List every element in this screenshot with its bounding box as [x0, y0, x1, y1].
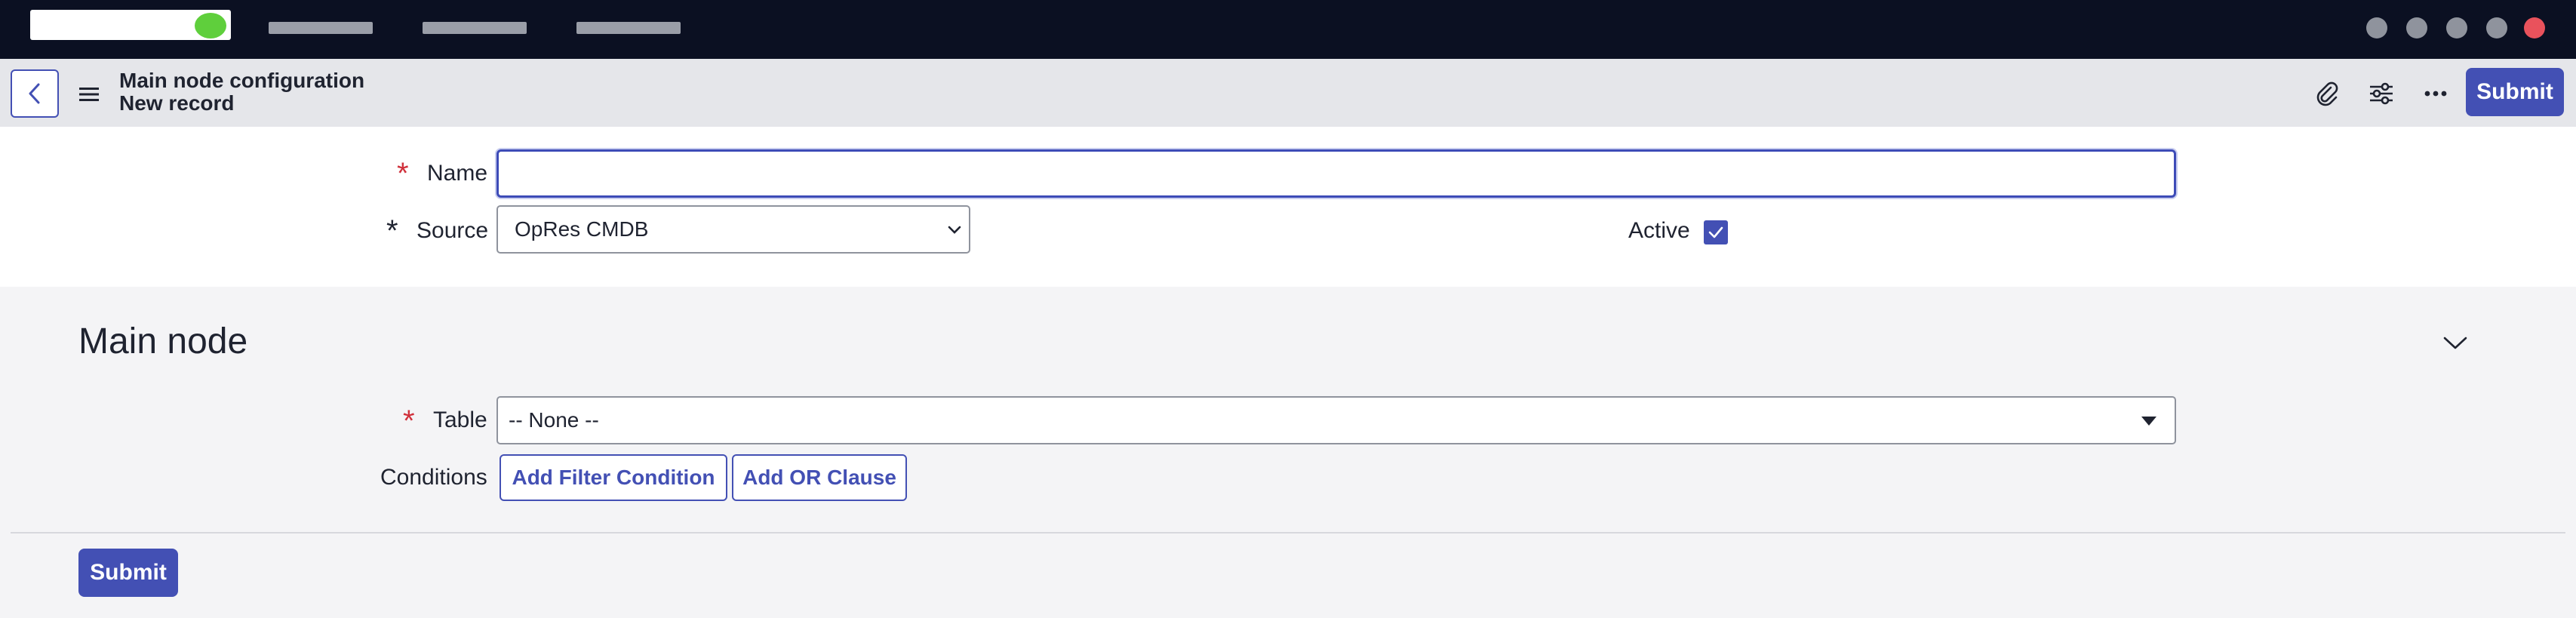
chevron-down-icon[interactable] — [2440, 327, 2470, 358]
submit-button-header[interactable]: Submit — [2466, 68, 2564, 116]
nav-menu-item-1[interactable] — [269, 22, 373, 34]
nav-action-dot-2[interactable] — [2406, 17, 2427, 38]
record-fields-section: * Name * Source OpRes CMDB Active — [0, 127, 2576, 287]
nav-menu-item-3[interactable] — [576, 22, 681, 34]
top-navigation-bar — [0, 0, 2576, 59]
table-select[interactable]: -- None -- — [496, 396, 2176, 444]
paperclip-icon[interactable] — [2309, 75, 2345, 112]
nav-menu-item-2[interactable] — [423, 22, 527, 34]
active-checkbox[interactable] — [1704, 220, 1728, 244]
sliders-icon[interactable] — [2363, 75, 2399, 112]
chevron-down-icon — [948, 226, 961, 234]
name-label: Name — [427, 161, 488, 186]
active-label: Active — [1628, 218, 1690, 243]
source-label: Source — [417, 218, 489, 243]
checkmark-icon — [1708, 226, 1723, 238]
submit-button-footer[interactable]: Submit — [78, 549, 178, 597]
hamburger-menu-icon[interactable] — [75, 81, 103, 107]
back-button[interactable] — [11, 69, 59, 118]
nav-action-dot-1[interactable] — [2366, 17, 2387, 38]
source-select-value: OpRes CMDB — [515, 217, 649, 241]
name-input[interactable] — [496, 149, 2176, 198]
table-select-value: -- None -- — [509, 408, 599, 432]
section-title-main-node: Main node — [78, 321, 248, 361]
add-or-clause-button[interactable]: Add OR Clause — [732, 454, 907, 501]
table-label: Table — [433, 407, 487, 432]
status-indicator-dot — [195, 13, 226, 38]
source-select[interactable]: OpRes CMDB — [496, 205, 970, 254]
conditions-label: Conditions — [380, 465, 487, 490]
page-title: Main node configuration — [119, 69, 365, 92]
caret-down-icon — [2141, 417, 2156, 426]
page-subtitle: New record — [119, 91, 235, 115]
nav-action-dot-3[interactable] — [2446, 17, 2467, 38]
required-indicator: * — [386, 214, 398, 248]
divider — [11, 532, 2565, 533]
close-dot[interactable] — [2524, 17, 2545, 38]
nav-action-dot-4[interactable] — [2486, 17, 2507, 38]
required-indicator: * — [397, 157, 409, 190]
more-options-icon[interactable] — [2418, 75, 2454, 112]
chevron-left-icon — [29, 83, 40, 104]
required-indicator: * — [403, 404, 415, 438]
add-filter-condition-button[interactable]: Add Filter Condition — [500, 454, 727, 501]
form-header: Main node configuration New record Submi… — [0, 59, 2576, 127]
